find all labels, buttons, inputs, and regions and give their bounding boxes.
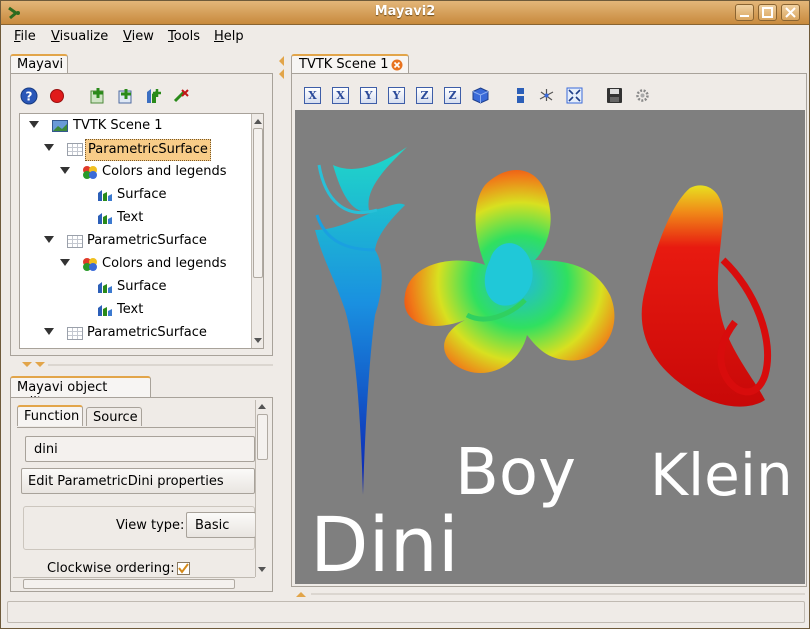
close-tab-icon[interactable] bbox=[391, 59, 403, 71]
iso-view-icon[interactable] bbox=[472, 87, 489, 104]
view-y-icon[interactable]: Y bbox=[360, 87, 377, 104]
surface-module-icon bbox=[98, 282, 112, 293]
view-z-icon[interactable]: Z bbox=[416, 87, 433, 104]
klein-surface bbox=[641, 185, 772, 407]
scene-label-dini: Dini bbox=[310, 500, 459, 584]
tree-item-parametric-surface-2[interactable]: ParametricSurface bbox=[20, 231, 250, 253]
scene-label-boy: Boy bbox=[455, 436, 576, 510]
tree-scrollbar[interactable] bbox=[251, 114, 263, 348]
view-x-icon[interactable]: X bbox=[304, 87, 321, 104]
save-icon[interactable] bbox=[606, 87, 623, 104]
tab-source[interactable]: Source bbox=[86, 407, 142, 426]
expand-arrow-icon[interactable] bbox=[44, 144, 54, 151]
properties-group: View type: Basic bbox=[23, 506, 256, 550]
view-type-label: View type: bbox=[116, 518, 185, 533]
scene-label-klein: Klein bbox=[650, 441, 793, 509]
tree-item-colors-legends-2[interactable]: Colors and legends bbox=[20, 254, 250, 276]
tree-item-text-2[interactable]: Text bbox=[20, 300, 250, 322]
close-button[interactable] bbox=[781, 4, 800, 21]
scroll-up-icon[interactable] bbox=[254, 119, 262, 124]
scroll-down-icon[interactable] bbox=[258, 567, 266, 572]
title-bar[interactable]: Mayavi2 bbox=[1, 1, 809, 25]
menu-help[interactable]: Help bbox=[214, 29, 244, 44]
scroll-down-icon[interactable] bbox=[254, 338, 262, 343]
menu-file[interactable]: File bbox=[14, 29, 36, 44]
tree-item-parametric-surface-1[interactable]: ParametricSurface bbox=[20, 139, 250, 161]
splitter-handle[interactable] bbox=[10, 361, 273, 369]
object-editor-pane: Function Source dini Edit ParametricDini… bbox=[10, 397, 273, 592]
menu-bar: File Visualize View Tools Help bbox=[1, 25, 809, 49]
delete-icon[interactable] bbox=[172, 86, 192, 106]
tab-tvtk-scene[interactable]: TVTK Scene 1 bbox=[291, 54, 409, 74]
text-module-icon bbox=[98, 213, 112, 224]
add-module-icon[interactable] bbox=[144, 86, 164, 106]
expand-arrow-icon[interactable] bbox=[60, 167, 70, 174]
view-x-icon[interactable]: X bbox=[332, 87, 349, 104]
add-filter-icon[interactable] bbox=[116, 86, 136, 106]
view-type-select[interactable]: Basic bbox=[186, 512, 256, 538]
record-icon[interactable] bbox=[47, 86, 67, 106]
tab-mayavi[interactable]: Mayavi bbox=[10, 54, 68, 74]
check-icon bbox=[178, 563, 189, 574]
view-z-icon[interactable]: Z bbox=[444, 87, 461, 104]
tree-item-surface-2[interactable]: Surface bbox=[20, 277, 250, 299]
scroll-thumb[interactable] bbox=[257, 414, 268, 460]
tree-item-text-1[interactable]: Text bbox=[20, 208, 250, 230]
tree-item-colors-legends-1[interactable]: Colors and legends bbox=[20, 162, 250, 184]
editor-hscrollbar[interactable] bbox=[13, 577, 255, 590]
hscroll-thumb[interactable] bbox=[23, 579, 235, 589]
maximize-icon bbox=[762, 7, 773, 18]
colors-legends-icon bbox=[83, 166, 97, 179]
dini-surface bbox=[315, 147, 407, 495]
collapse-arrow-icon[interactable] bbox=[277, 55, 285, 81]
expand-arrow-icon[interactable] bbox=[60, 259, 70, 266]
axes-icon[interactable] bbox=[538, 87, 555, 104]
text-module-icon bbox=[98, 305, 112, 316]
fullscreen-icon[interactable] bbox=[566, 87, 583, 104]
source-icon bbox=[67, 327, 83, 340]
menu-visualize[interactable]: Visualize bbox=[51, 29, 108, 44]
maximize-button[interactable] bbox=[758, 4, 777, 21]
colors-legends-icon bbox=[83, 258, 97, 271]
tab-function[interactable]: Function bbox=[17, 405, 83, 426]
menu-tools[interactable]: Tools bbox=[168, 29, 200, 44]
surface-module-icon bbox=[98, 190, 112, 201]
tree-item-scene[interactable]: TVTK Scene 1 bbox=[20, 116, 250, 138]
close-icon bbox=[785, 7, 796, 18]
expand-arrow-icon[interactable] bbox=[44, 328, 54, 335]
expand-arrow-icon[interactable] bbox=[44, 236, 54, 243]
boy-surface bbox=[404, 170, 615, 374]
minimize-icon bbox=[740, 15, 749, 17]
minimize-button[interactable] bbox=[735, 4, 754, 21]
tree-item-surface-1[interactable]: Surface bbox=[20, 185, 250, 207]
app-window: Mayavi2 File Visualize View Tools Help M… bbox=[0, 0, 810, 629]
function-select[interactable]: dini bbox=[25, 436, 255, 462]
scroll-thumb[interactable] bbox=[253, 128, 263, 278]
parallel-projection-icon[interactable] bbox=[512, 87, 529, 104]
expand-arrow-icon[interactable] bbox=[29, 121, 39, 128]
editor-vscrollbar[interactable] bbox=[255, 400, 269, 577]
bottom-splitter[interactable] bbox=[293, 590, 807, 598]
status-bar bbox=[7, 601, 805, 623]
scene-icon bbox=[52, 120, 68, 132]
add-data-icon[interactable] bbox=[88, 86, 108, 106]
source-icon bbox=[67, 235, 83, 248]
view-y-icon[interactable]: Y bbox=[388, 87, 405, 104]
tab-mayavi-object-editor[interactable]: Mayavi object editor bbox=[10, 376, 151, 410]
settings-icon[interactable] bbox=[634, 87, 651, 104]
source-icon bbox=[67, 143, 83, 156]
clockwise-label: Clockwise ordering: bbox=[47, 561, 175, 576]
scene-pane: X X Y Y Z Z Boy Klein Dini bbox=[291, 73, 807, 587]
scroll-up-icon[interactable] bbox=[258, 404, 266, 409]
tree-item-parametric-surface-3[interactable]: ParametricSurface bbox=[20, 323, 250, 345]
3d-viewport[interactable]: Boy Klein Dini bbox=[295, 110, 805, 584]
svg-text:?: ? bbox=[26, 90, 33, 104]
edit-properties-button[interactable]: Edit ParametricDini properties bbox=[21, 468, 255, 494]
mayavi-pipeline-pane: ? TVTK Scene 1 ParametricSurface Colors bbox=[10, 73, 273, 356]
window-title: Mayavi2 bbox=[374, 4, 436, 19]
pipeline-tree: TVTK Scene 1 ParametricSurface Colors an… bbox=[19, 113, 264, 349]
menu-view[interactable]: View bbox=[123, 29, 154, 44]
help-icon[interactable]: ? bbox=[19, 86, 39, 106]
clockwise-checkbox[interactable] bbox=[177, 562, 190, 575]
